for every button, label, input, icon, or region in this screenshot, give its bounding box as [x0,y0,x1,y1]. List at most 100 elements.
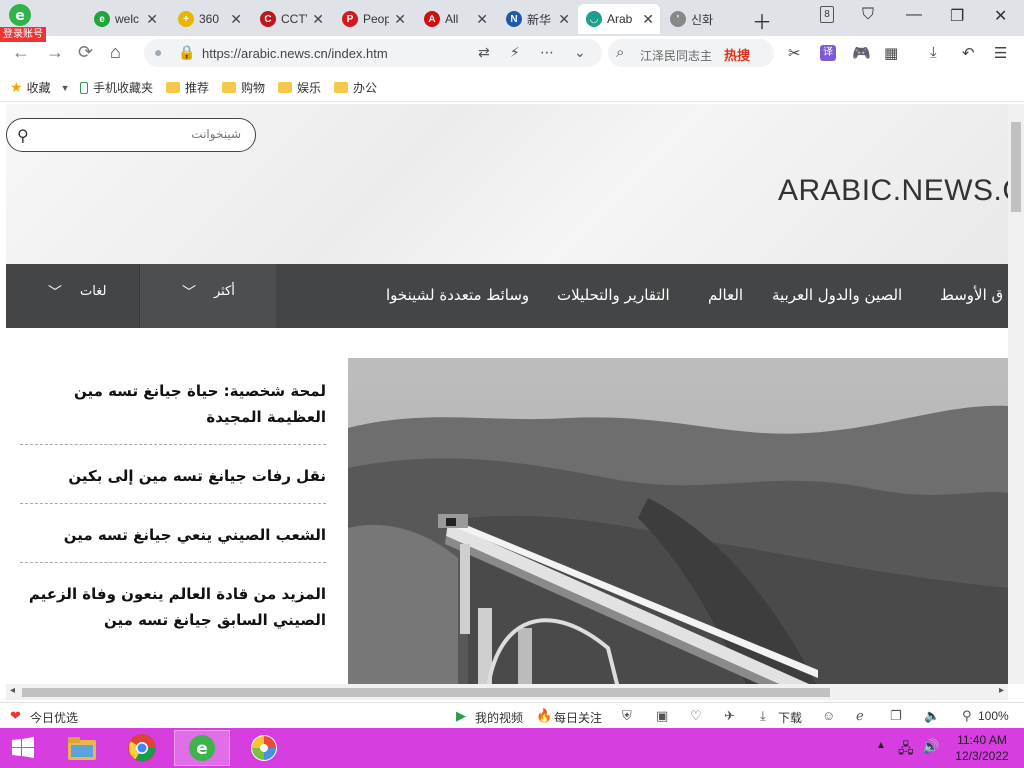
system-clock[interactable]: 11:40 AM 12/3/2022 [948,732,1016,764]
download-icon[interactable]: ⤓ [930,44,937,61]
minimize-button[interactable]: — [906,6,922,24]
browser-360-button[interactable]: e [174,730,230,766]
site-info-icon[interactable]: ● [154,44,162,60]
headline-item[interactable]: نقل رفات جيانغ تسه مين إلى بكين [20,445,326,504]
tab-close-icon[interactable]: ✕ [476,11,488,28]
url-text[interactable]: https://arabic.news.cn/index.htm [202,46,388,61]
chrome-button[interactable] [114,730,170,766]
caret-down-icon[interactable]: ▼ [61,83,70,93]
horizontal-scroll-thumb[interactable] [22,688,830,697]
menu-item-reports[interactable]: التقارير والتحليلات [557,286,670,304]
browser-icon[interactable]: ℯ [856,708,864,724]
tab-close-icon[interactable]: ✕ [146,11,158,28]
loading-spinner-icon[interactable]: ⟳ [78,42,93,63]
fire-icon[interactable]: 🔥 [536,708,552,724]
tab-close-icon[interactable]: ✕ [394,11,406,28]
tab-close-icon[interactable]: ✕ [558,11,570,28]
download-icon[interactable]: ⤓ [760,708,766,724]
speaker-icon[interactable]: 🔈 [924,708,940,724]
site-logo[interactable]: ARABIC.NEWS.C [778,174,1008,208]
lead-photo-bridge[interactable] [348,358,1008,684]
more-icon[interactable]: ⋯ [540,44,554,61]
hot-search-label[interactable]: 热搜 [724,45,750,64]
browser-tab[interactable]: C CCTV ✕ [252,4,330,34]
zoom-icon[interactable]: ⚲ [962,708,972,724]
bookmark-folder-shopping[interactable]: 购物 [222,79,265,96]
network-icon[interactable]: 🖧 [898,738,914,762]
vertical-scroll-thumb[interactable] [1011,122,1021,212]
rocket-icon[interactable]: ✈ [724,708,735,724]
zoom-level[interactable]: 100% [978,709,1009,723]
chevron-down-icon[interactable]: ⌄ [574,44,586,61]
browser-tab[interactable]: A All ✕ [416,4,494,34]
address-bar[interactable]: ● 🔒 https://arabic.news.cn/index.htm ⇄ ⚡… [144,39,602,67]
daily-follow-link[interactable]: 每日关注 [554,709,602,726]
menu-icon[interactable]: ☰ [994,44,1007,62]
languages-dropdown[interactable]: ﹀ لغات [6,264,140,328]
close-window-button[interactable]: ✕ [994,6,1007,26]
menu-item-multimedia[interactable]: وسائط متعددة لشينخوا [386,286,529,304]
start-button[interactable] [0,730,46,766]
login-badge[interactable]: 登录账号 [0,27,46,42]
scroll-left-icon[interactable]: ◂ [10,685,15,696]
bookmark-folder-office[interactable]: 办公 [334,79,377,96]
browser-tab[interactable]: ' 신화 [662,4,740,34]
menu-item-middle-east[interactable]: ق الأوسط [940,286,1003,304]
tab-close-icon[interactable]: ✕ [230,11,242,28]
undo-icon[interactable]: ↶ [962,44,975,62]
home-icon[interactable]: ⌂ [110,42,121,63]
translate-icon[interactable]: ⇄ [478,44,490,61]
shield-icon[interactable]: ⛨ [622,708,632,724]
tab-close-icon[interactable]: ✕ [642,11,654,28]
bookmark-folder-entertainment[interactable]: 娱乐 [278,79,321,96]
health-icon[interactable]: ♡ [690,708,702,724]
browser-logo-icon[interactable]: e [6,3,34,29]
search-icon[interactable]: ⚲ [17,126,29,146]
browser-tab[interactable]: N 新华 ✕ [498,4,576,34]
lock-icon[interactable]: 🔒 [178,44,195,61]
menu-item-china-arab[interactable]: الصين والدول العربية [772,286,902,304]
window-icon[interactable]: ❐ [890,708,902,724]
game-icon[interactable]: 🎮 [852,44,871,62]
site-search[interactable]: ⚲ [6,118,256,152]
headline-item[interactable]: لمحة شخصية: حياة جيانغ تسه مين العظيمة ا… [20,358,326,445]
vertical-scrollbar[interactable] [1008,104,1024,684]
scissors-icon[interactable]: ✂ [788,44,801,62]
image-icon[interactable]: ▣ [656,708,668,724]
photos-app-button[interactable] [236,730,292,766]
heart-icon[interactable]: ❤ [10,708,21,724]
horizontal-scrollbar[interactable]: ◂ ▸ [6,684,1008,700]
search-box[interactable]: ⌕ 江泽民同志主 热搜 [608,39,774,67]
video-icon[interactable]: ▶ [456,708,466,724]
tab-close-icon[interactable]: ✕ [312,11,324,28]
new-tab-button[interactable]: ＋ [752,6,772,35]
search-input[interactable]: 江泽民同志主 [640,47,720,64]
back-icon[interactable]: ← [12,42,30,63]
robot-icon[interactable]: ☺ [822,708,835,723]
tray-chevron-icon[interactable]: ▲ [876,740,886,751]
bookmark-mobile[interactable]: 手机收藏夹 [80,79,153,96]
forward-icon[interactable]: → [46,42,64,63]
shirt-icon[interactable]: ⛉ [862,6,874,24]
apps-grid-icon[interactable]: ▦ [884,44,898,62]
browser-tab[interactable]: P People ✕ [334,4,412,34]
browser-tab[interactable]: +360 ✕ [170,4,248,34]
today-picks-link[interactable]: 今日优选 [30,709,78,726]
volume-icon[interactable]: 🔊 [922,738,939,755]
more-dropdown[interactable]: ﹀ أكثر [140,264,276,328]
translate-tool-icon[interactable]: 译 [820,45,836,61]
menu-item-world[interactable]: العالم [708,286,743,304]
search-icon[interactable]: ⌕ [616,44,624,61]
browser-tab[interactable]: e welc ✕ [86,4,164,34]
browser-tab[interactable]: ◡ Arab ✕ [578,4,660,34]
lightning-icon[interactable]: ⚡ [510,44,520,61]
headline-item[interactable]: المزيد من قادة العالم ينعون وفاة الزعيم … [20,563,326,647]
my-video-link[interactable]: 我的视频 [475,709,523,726]
restore-button[interactable]: ❐ [950,6,964,26]
bookmark-folder-recommend[interactable]: 推荐 [166,79,209,96]
file-explorer-button[interactable] [54,730,110,766]
bookmark-favorites[interactable]: ★ 收藏 ▼ [10,79,70,96]
tab-count-badge[interactable]: 8 [820,6,834,23]
scroll-right-icon[interactable]: ▸ [999,685,1004,696]
headline-item[interactable]: الشعب الصيني ينعي جيانغ تسه مين [20,504,326,563]
